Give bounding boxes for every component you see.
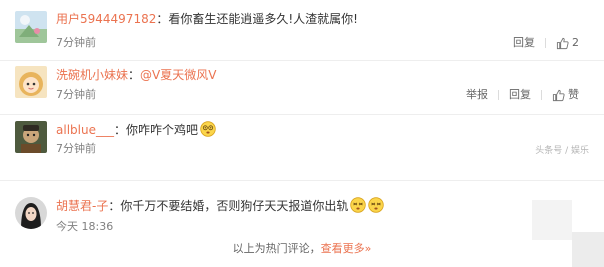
- action-divider: [541, 90, 542, 100]
- like-button[interactable]: 赞: [552, 88, 579, 102]
- report-button[interactable]: 举报: [466, 88, 488, 102]
- username-link[interactable]: 洗碗机小妹妹: [56, 68, 128, 82]
- comment-time: 7分钟前: [56, 142, 96, 155]
- dizzy-emoji-icon: [200, 121, 216, 137]
- avatar[interactable]: [15, 197, 47, 229]
- avatar-image: [15, 197, 47, 229]
- avatar-image: [15, 11, 47, 43]
- mention-link[interactable]: @V夏天微风V: [140, 68, 216, 82]
- action-divider: [545, 38, 546, 48]
- like-label: 赞: [568, 88, 579, 101]
- reply-button[interactable]: 回复: [513, 36, 535, 50]
- comment-time: 7分钟前: [56, 36, 96, 49]
- comment-separator: ：: [128, 68, 141, 82]
- hot-comments-footer: 以上为热门评论，查看更多»: [0, 242, 604, 256]
- comment-line: 洗碗机小妹妹：@V夏天微风V: [56, 67, 216, 83]
- username-link[interactable]: 胡慧君-子: [56, 199, 108, 213]
- comment-line: allblue___：你咋咋个鸡吧: [56, 121, 216, 138]
- watermark-text: 头条号 / 娱乐: [535, 146, 589, 156]
- comment-actions: 回复 2: [503, 36, 579, 50]
- avatar-image: [15, 121, 47, 153]
- like-button[interactable]: 2: [556, 36, 579, 50]
- comment-time: 今天 18:36: [56, 220, 114, 233]
- avatar[interactable]: [15, 66, 47, 98]
- comment-separator: ：: [113, 123, 126, 137]
- view-more-arrow[interactable]: »: [365, 242, 372, 255]
- avatar[interactable]: [15, 121, 47, 153]
- comment-time: 7分钟前: [56, 88, 96, 101]
- comment-actions: 举报 回复 赞: [456, 88, 579, 102]
- comment-line: 用户5944497182：看你畜生还能逍遥多久!人渣就属你!: [56, 11, 358, 27]
- username-link[interactable]: 用户5944497182: [56, 12, 156, 26]
- thumbs-up-icon: [556, 37, 569, 49]
- reply-button[interactable]: 回复: [509, 88, 531, 102]
- comment-line: 胡慧君-子：你千万不要结婚，否则狗仔天天报道你出轨: [56, 197, 385, 214]
- comment-separator: ：: [156, 12, 169, 26]
- username-link[interactable]: allblue___: [56, 123, 114, 137]
- avatar-image: [15, 66, 47, 98]
- comment-text: 你千万不要结婚，否则狗仔天天报道你出轨: [120, 199, 349, 213]
- thumbs-up-icon: [552, 89, 565, 101]
- avatar[interactable]: [15, 11, 47, 43]
- dizzy-emoji-icon: [368, 197, 385, 213]
- action-divider: [498, 90, 499, 100]
- comment-item: 洗碗机小妹妹：@V夏天微风V 7分钟前 举报 回复 赞: [0, 60, 604, 114]
- comment-item: 用户5944497182：看你畜生还能逍遥多久!人渣就属你! 7分钟前 回复 2: [0, 0, 604, 60]
- hot-comments-label: 以上为热门评论，: [232, 242, 321, 255]
- comment-item: allblue___：你咋咋个鸡吧 7分钟前 头条号 / 娱乐: [0, 114, 604, 174]
- like-count: 2: [572, 36, 579, 49]
- comment-item: 胡慧君-子：你千万不要结婚，否则狗仔天天报道你出轨 今天 18:36: [0, 180, 604, 240]
- dizzy-emoji-icon: [350, 197, 367, 213]
- comment-separator: ：: [108, 199, 121, 213]
- comment-text: 你咋咋个鸡吧: [125, 123, 198, 137]
- comment-text: 看你畜生还能逍遥多久!人渣就属你!: [168, 12, 358, 26]
- blurred-region: [532, 200, 572, 240]
- view-more-link[interactable]: 查看更多: [321, 242, 365, 255]
